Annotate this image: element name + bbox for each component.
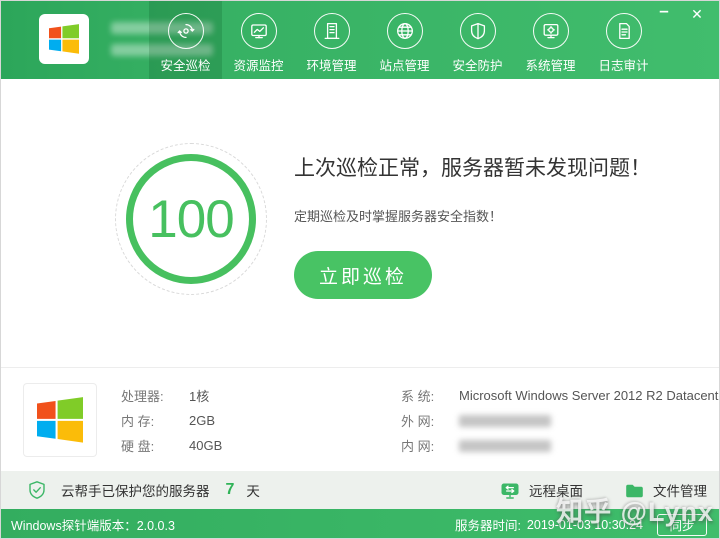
tab-label: 安全巡检 xyxy=(160,55,210,74)
inspection-result: 上次巡检正常，服务器暂未发现问题！ 定期巡检及时掌握服务器安全指数！ 立即巡检 xyxy=(294,152,651,299)
protection-message: 云帮手已保护您的服务器 xyxy=(61,480,210,500)
app-logo xyxy=(39,14,89,64)
detail-row-private-ip: 内 网: xyxy=(401,433,720,458)
detail-label: 外 网: xyxy=(401,411,447,430)
private-ip-redacted xyxy=(459,440,551,452)
detail-value: Microsoft Windows Server 2012 R2 Datacen… xyxy=(459,388,720,403)
tab-label: 资源监控 xyxy=(233,55,283,74)
spec-row-cpu: 处理器: 1核 xyxy=(121,383,222,408)
spec-label: 内 存: xyxy=(121,411,177,430)
protection-status-bar: 云帮手已保护您的服务器 7 天 远程桌面 文件管理 xyxy=(1,471,719,509)
shield-check-icon xyxy=(27,480,47,500)
detail-label: 内 网: xyxy=(401,436,447,455)
server-building-icon xyxy=(314,13,350,49)
system-detail-list: 系 统: Microsoft Windows Server 2012 R2 Da… xyxy=(401,383,720,458)
protection-days: 7 xyxy=(226,481,235,499)
folder-icon xyxy=(625,482,644,499)
server-time-value: 2019-01-03 10:30:24 xyxy=(527,518,643,532)
tab-site-management[interactable]: 站点管理 xyxy=(368,1,441,79)
app-window: 安全巡检 资源监控 xyxy=(0,0,720,539)
header-bar: 安全巡检 资源监控 xyxy=(1,1,719,79)
document-icon xyxy=(606,13,642,49)
spec-row-disk: 硬 盘: 40GB xyxy=(121,433,222,458)
detail-row-public-ip: 外 网: xyxy=(401,408,720,433)
tab-log-audit[interactable]: 日志审计 xyxy=(587,1,660,79)
detail-row-os: 系 统: Microsoft Windows Server 2012 R2 Da… xyxy=(401,383,720,408)
nav-tabs: 安全巡检 资源监控 xyxy=(149,1,660,79)
agent-version-text: Windows探针端版本：2.0.0.3 xyxy=(11,515,175,534)
tab-security-protection[interactable]: 安全防护 xyxy=(441,1,514,79)
security-score-value: 100 xyxy=(148,189,233,250)
spec-value: 1核 xyxy=(189,386,209,405)
server-time-label: 服务器时间: xyxy=(455,515,521,534)
globe-icon xyxy=(387,13,423,49)
server-info-section: 处理器: 1核 内 存: 2GB 硬 盘: 40GB 系 统: Microsof… xyxy=(1,367,719,471)
tab-label: 环境管理 xyxy=(306,55,356,74)
tab-label: 站点管理 xyxy=(379,55,429,74)
spec-value: 40GB xyxy=(189,438,222,453)
tab-system-management[interactable]: 系统管理 xyxy=(514,1,587,79)
tab-resource-monitor[interactable]: 资源监控 xyxy=(222,1,295,79)
spec-value: 2GB xyxy=(189,413,215,428)
windows-logo-icon xyxy=(37,397,83,443)
inspection-icon xyxy=(168,13,204,49)
windows-logo-icon xyxy=(49,24,79,54)
inspect-now-button[interactable]: 立即巡检 xyxy=(294,251,432,299)
spec-label: 硬 盘: xyxy=(121,436,177,455)
protection-days-unit: 天 xyxy=(246,480,260,500)
hardware-spec-list: 处理器: 1核 内 存: 2GB 硬 盘: 40GB xyxy=(121,383,222,458)
remote-desktop-icon xyxy=(500,481,520,500)
score-ring: 100 xyxy=(126,154,256,284)
file-manager-button[interactable]: 文件管理 xyxy=(625,480,707,500)
shield-icon xyxy=(460,13,496,49)
tab-security-inspection[interactable]: 安全巡检 xyxy=(149,1,222,79)
minimize-button[interactable]: – xyxy=(655,1,673,21)
quick-links: 远程桌面 文件管理 xyxy=(500,480,707,500)
monitor-chart-icon xyxy=(241,13,277,49)
status-bar-right: 服务器时间: 2019-01-03 10:30:24 同步 xyxy=(455,514,719,536)
tab-label: 安全防护 xyxy=(452,55,502,74)
detail-label: 系 统: xyxy=(401,386,447,405)
tab-environment-management[interactable]: 环境管理 xyxy=(295,1,368,79)
tab-label: 日志审计 xyxy=(598,55,648,74)
os-logo xyxy=(23,383,97,457)
close-button[interactable]: ✕ xyxy=(688,6,706,23)
inspection-result-title: 上次巡检正常，服务器暂未发现问题！ xyxy=(294,152,651,182)
remote-desktop-button[interactable]: 远程桌面 xyxy=(500,480,583,500)
spec-row-memory: 内 存: 2GB xyxy=(121,408,222,433)
file-manager-label: 文件管理 xyxy=(653,480,707,500)
system-gear-icon xyxy=(533,13,569,49)
remote-desktop-label: 远程桌面 xyxy=(529,480,583,500)
public-ip-redacted xyxy=(459,415,551,427)
inspection-result-subtitle: 定期巡检及时掌握服务器安全指数！ xyxy=(294,206,651,225)
spec-label: 处理器: xyxy=(121,386,177,405)
sync-button[interactable]: 同步 xyxy=(657,514,707,536)
bottom-status-bar: Windows探针端版本：2.0.0.3 服务器时间: 2019-01-03 1… xyxy=(1,509,719,539)
security-score-gauge: 100 xyxy=(115,143,267,295)
tab-label: 系统管理 xyxy=(525,55,575,74)
